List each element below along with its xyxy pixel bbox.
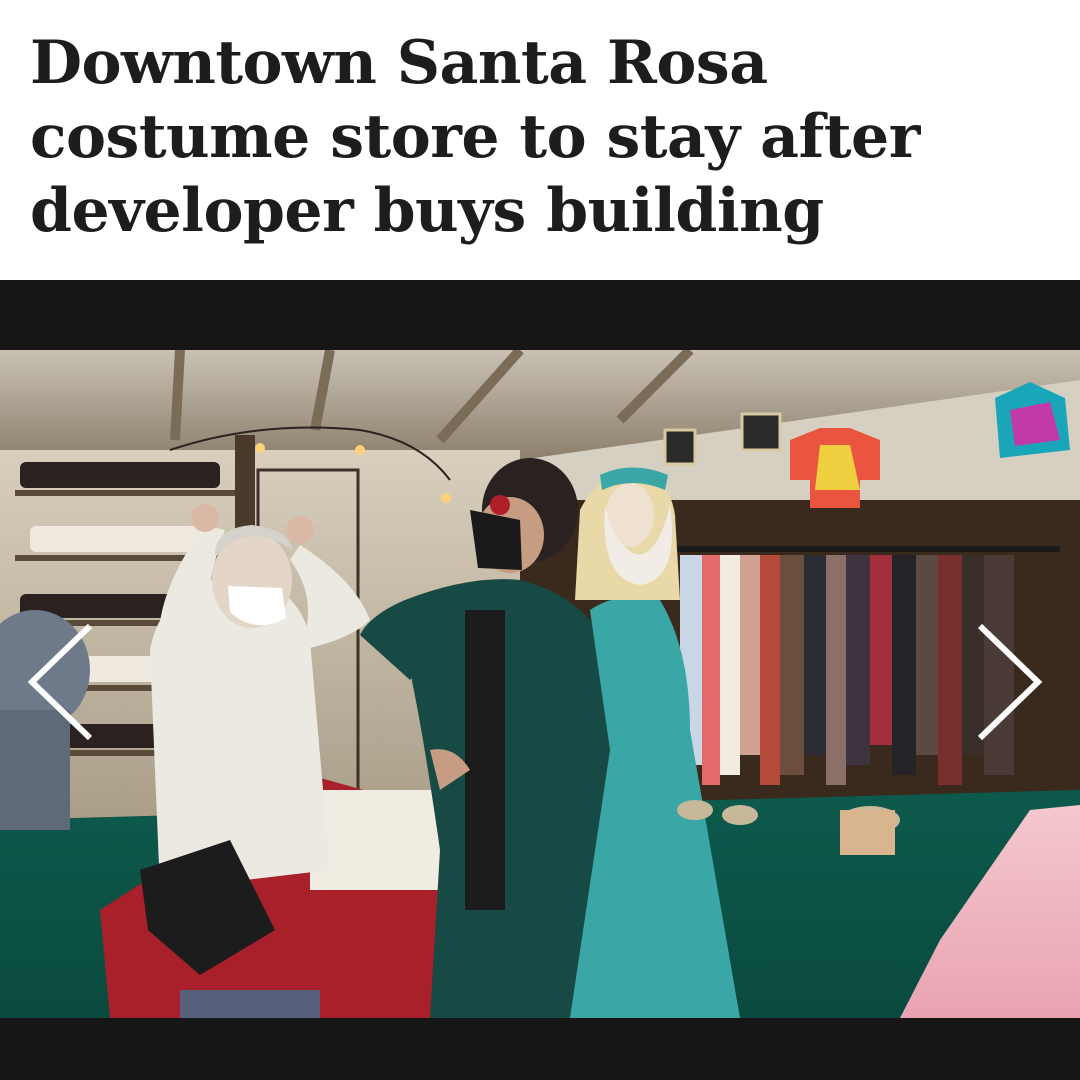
article-card: Downtown Santa Rosa costume store to sta…	[0, 0, 1080, 1080]
headline-line-1: Downtown Santa Rosa	[30, 28, 768, 98]
gallery-prev-button[interactable]	[20, 620, 100, 740]
gallery-next-button[interactable]	[970, 620, 1050, 740]
headline-area: Downtown Santa Rosa costume store to sta…	[0, 0, 1080, 280]
headline-line-2: costume store to stay after	[30, 102, 920, 172]
chevron-right-icon	[977, 623, 1043, 740]
gallery-photo[interactable]	[0, 350, 1080, 1018]
headline-line-3: developer buys building	[30, 176, 824, 246]
article-headline[interactable]: Downtown Santa Rosa costume store to sta…	[30, 26, 1030, 248]
chevron-left-icon	[27, 623, 93, 740]
photo-gallery	[0, 280, 1080, 1080]
costume-store-photo	[0, 350, 1080, 1018]
